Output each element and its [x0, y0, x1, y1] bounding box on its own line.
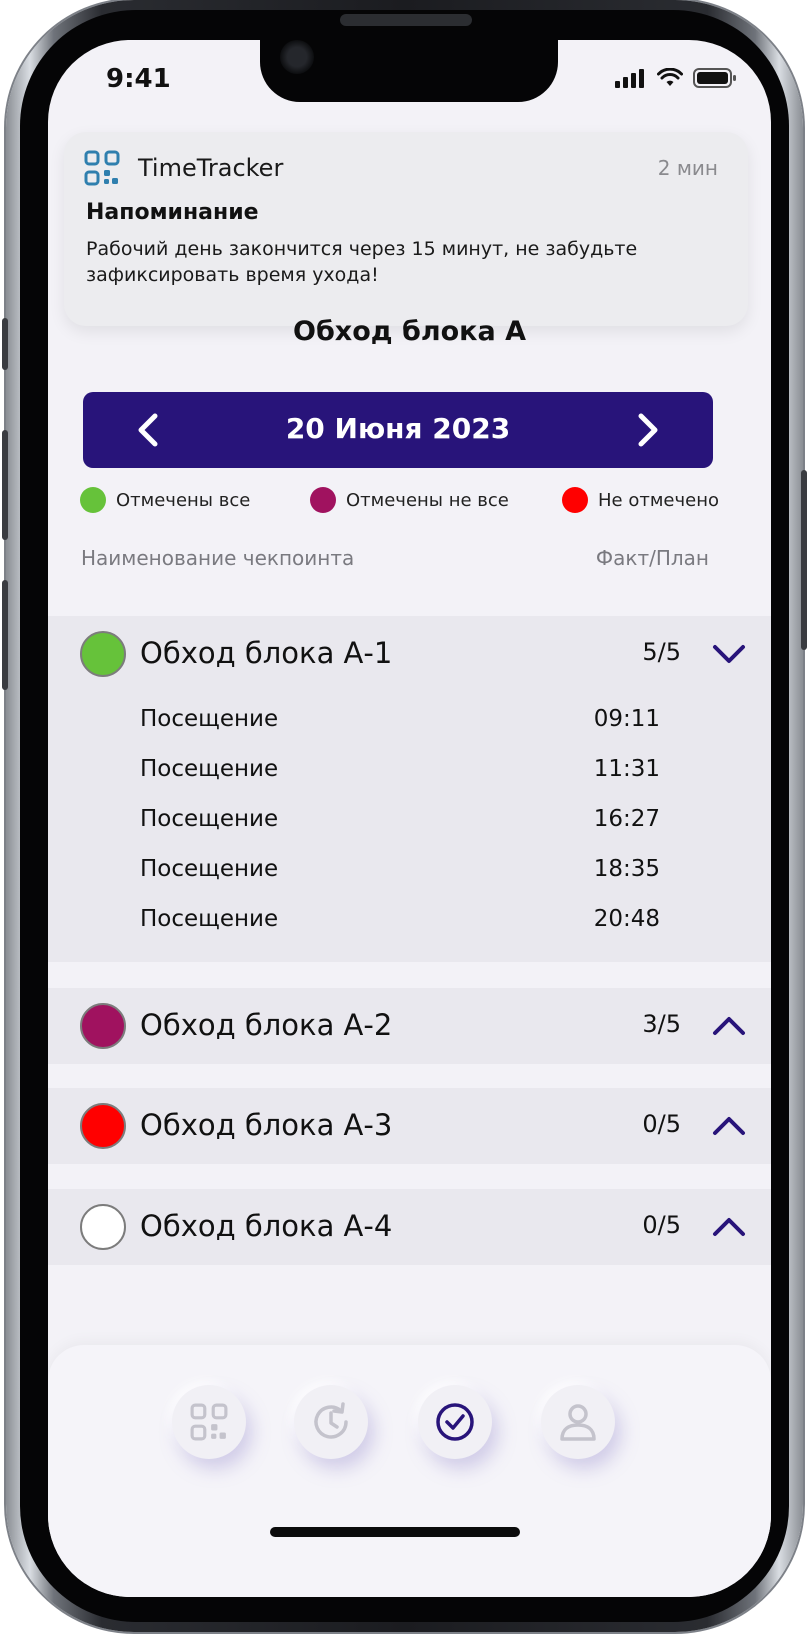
- legend-dot: [310, 487, 336, 513]
- status-time: 9:41: [106, 64, 171, 94]
- visit-time: 09:11: [593, 706, 660, 732]
- chevron-up-icon[interactable]: [711, 1010, 747, 1042]
- tab-checkpoints[interactable]: [418, 1385, 492, 1459]
- volume-down-button: [2, 580, 8, 690]
- checkpoints-icon: [436, 1403, 474, 1441]
- checkpoint-row[interactable]: Обход блока А-2 3/5: [48, 988, 771, 1064]
- tab-qr-scanner[interactable]: [172, 1385, 246, 1459]
- wifi-icon: [657, 68, 683, 86]
- status-indicator: [80, 1204, 126, 1250]
- volume-up-button: [2, 430, 8, 540]
- checkpoint-header[interactable]: Обход блока А-1 5/5: [48, 616, 771, 692]
- page-title: Обход блока А: [293, 316, 526, 347]
- legend-item-all-marked: Отмечены все: [80, 487, 250, 513]
- legend-label: Не отмечено: [598, 489, 719, 511]
- status-icons: [615, 68, 737, 88]
- chevron-up-icon[interactable]: [711, 1110, 747, 1142]
- visit-time: 11:31: [593, 756, 660, 782]
- history-icon: [314, 1402, 348, 1439]
- visit-time: 16:27: [593, 806, 660, 832]
- visit-item: Посещение 18:35: [140, 850, 660, 890]
- checkpoint-name: Обход блока А-2: [140, 1008, 393, 1042]
- legend-label: Отмечены все: [116, 489, 251, 511]
- checkpoint-name: Обход блока А-1: [140, 636, 393, 670]
- visit-label: Посещение: [140, 806, 279, 832]
- checkpoint-row[interactable]: Обход блока А-4 0/5: [48, 1189, 771, 1265]
- home-indicator: [270, 1527, 520, 1537]
- checkpoint-count: 3/5: [642, 1010, 681, 1038]
- tab-profile[interactable]: [541, 1385, 615, 1459]
- column-header-ratio: Факт/План: [595, 546, 709, 570]
- visit-time: 18:35: [593, 856, 660, 882]
- earpiece-speaker: [340, 14, 472, 26]
- visit-item: Посещение 20:48: [140, 900, 660, 940]
- checkpoint-name: Обход блока А-4: [140, 1209, 393, 1243]
- visit-item: Посещение 09:11: [140, 700, 660, 740]
- notification-app-name: TimeTracker: [138, 154, 284, 182]
- visit-item: Посещение 11:31: [140, 750, 660, 790]
- visit-label: Посещение: [140, 906, 279, 932]
- checkpoint-header[interactable]: Обход блока А-3 0/5: [48, 1088, 771, 1164]
- legend-dot: [80, 487, 106, 513]
- status-indicator: [80, 1103, 126, 1149]
- legend-item-not-marked: Не отмечено: [562, 487, 719, 513]
- app-screen: 9:41 TimeTracker 2 мин Напоминание Рабоч…: [48, 40, 771, 1597]
- battery-icon: [693, 68, 736, 88]
- bottom-tab-bar: [48, 1345, 771, 1597]
- checkpoint-name: Обход блока А-3: [140, 1108, 393, 1142]
- visit-label: Посещение: [140, 756, 279, 782]
- notification-time: 2 мин: [657, 156, 718, 180]
- power-button: [801, 470, 807, 650]
- checkpoint-row[interactable]: Обход блока А-3 0/5: [48, 1088, 771, 1164]
- visit-time: 20:48: [593, 906, 660, 932]
- chevron-down-icon[interactable]: [711, 638, 747, 670]
- chevron-up-icon[interactable]: [711, 1211, 747, 1243]
- checkpoint-count: 5/5: [642, 638, 681, 666]
- status-indicator: [80, 1003, 126, 1049]
- tab-history[interactable]: [294, 1385, 368, 1459]
- qr-code-icon: [84, 150, 120, 186]
- cellular-signal-icon: [615, 69, 644, 88]
- profile-icon: [560, 1404, 596, 1441]
- date-navigator: 20 Июня 2023: [83, 392, 713, 468]
- checkpoint-row-expanded: Обход блока А-1 5/5 Посещение 09:11 Посе…: [48, 616, 771, 962]
- checkpoint-count: 0/5: [642, 1110, 681, 1138]
- notification-banner[interactable]: TimeTracker 2 мин Напоминание Рабочий де…: [64, 132, 748, 326]
- visit-item: Посещение 16:27: [140, 800, 660, 840]
- column-header-name: Наименование чекпоинта: [81, 546, 355, 570]
- visit-label: Посещение: [140, 706, 279, 732]
- notification-body: Рабочий день закончится через 15 минут, …: [86, 238, 638, 286]
- checkpoint-header[interactable]: Обход блока А-4 0/5: [48, 1189, 771, 1265]
- legend-item-partially-marked: Отмечены не все: [310, 487, 509, 513]
- checkpoint-count: 0/5: [642, 1211, 681, 1239]
- notification-title: Напоминание: [86, 200, 259, 225]
- next-date-button[interactable]: [625, 408, 669, 452]
- status-indicator: [80, 631, 126, 677]
- notch: [260, 40, 558, 102]
- legend-label: Отмечены не все: [346, 489, 509, 511]
- legend-dot: [562, 487, 588, 513]
- qr-code-icon: [190, 1403, 228, 1441]
- visit-label: Посещение: [140, 856, 279, 882]
- checkpoint-header[interactable]: Обход блока А-2 3/5: [48, 988, 771, 1064]
- date-label: 20 Июня 2023: [285, 412, 511, 445]
- front-camera: [280, 40, 314, 74]
- mute-switch: [2, 318, 8, 370]
